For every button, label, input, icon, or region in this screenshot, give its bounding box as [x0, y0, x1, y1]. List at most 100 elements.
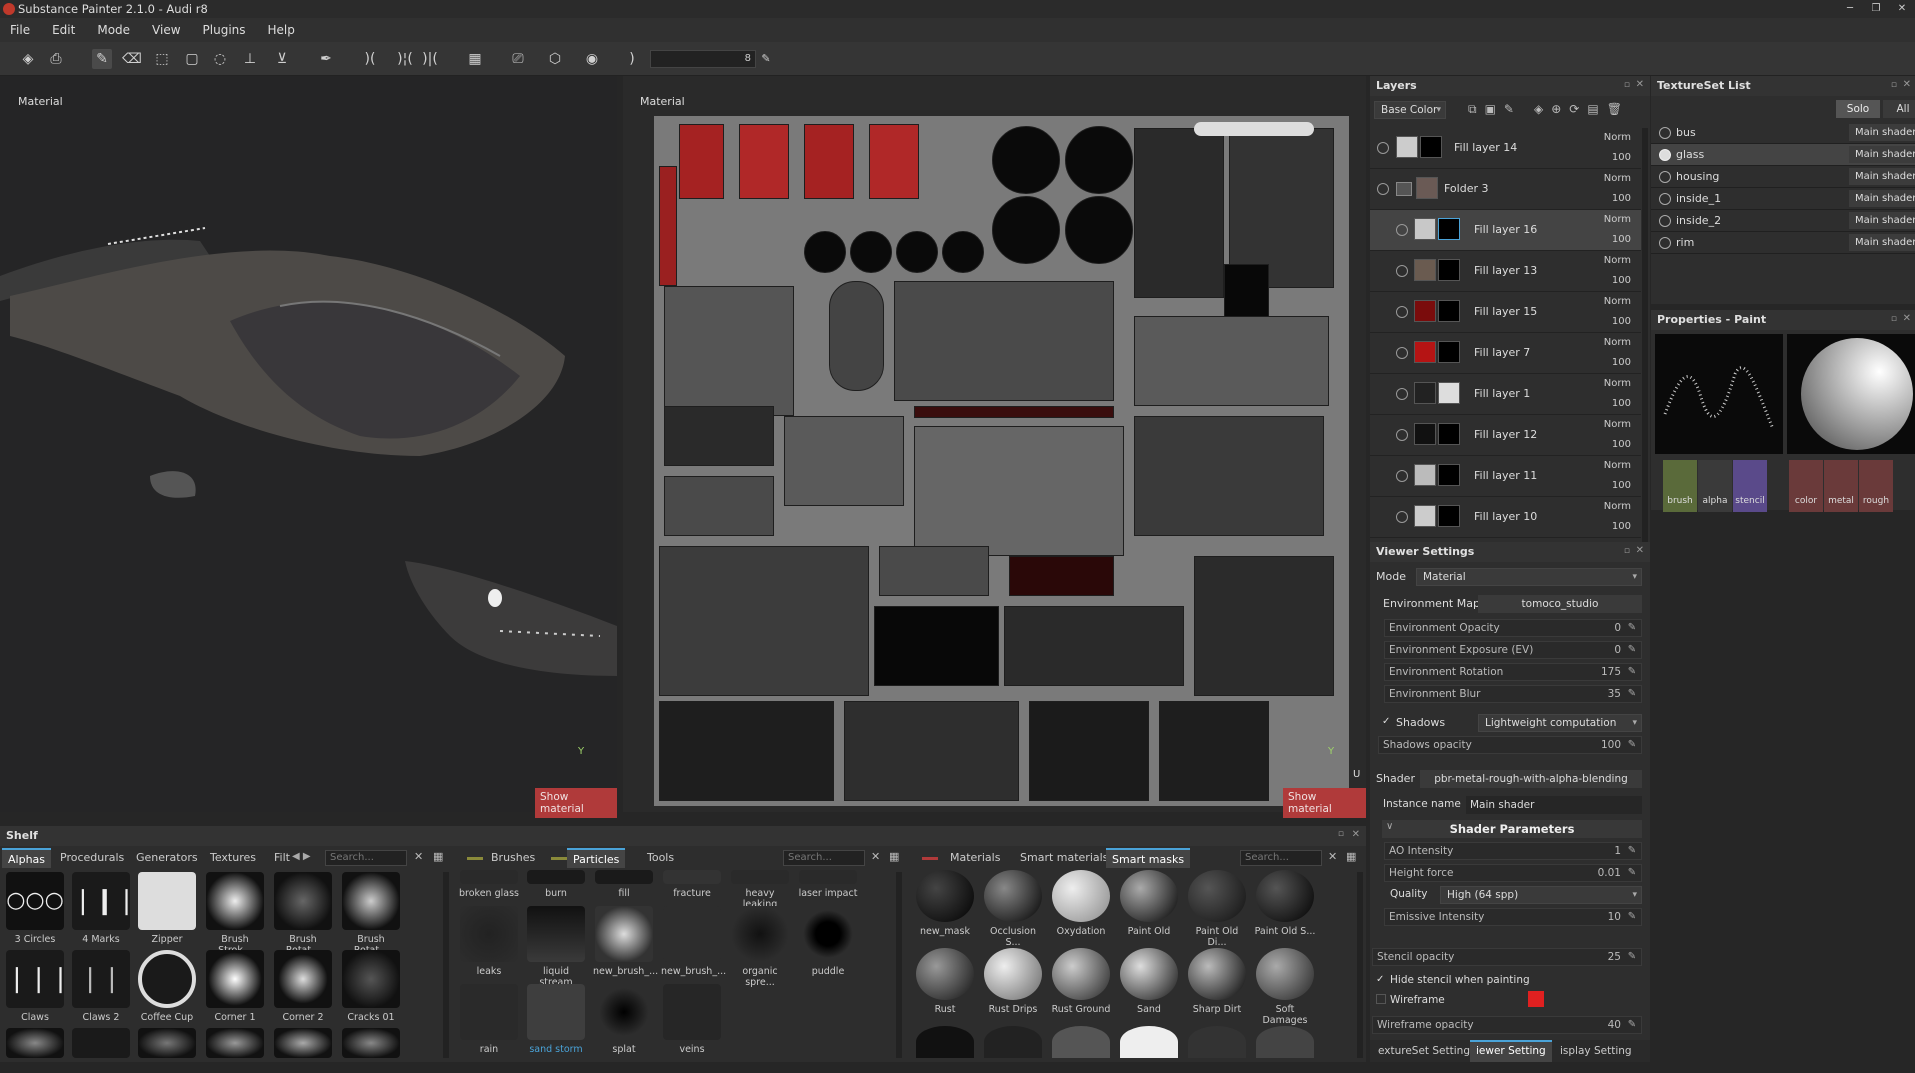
shelf-close-icon[interactable]: ✕	[1352, 829, 1360, 840]
radio-icon[interactable]	[1659, 193, 1671, 205]
tab-smart-materials[interactable]: Smart materials	[1014, 848, 1114, 868]
visibility-icon[interactable]	[1377, 183, 1389, 195]
wireframe-color-swatch[interactable]	[1528, 991, 1544, 1007]
asset-item[interactable]: new_brush_...	[661, 906, 726, 977]
radio-icon[interactable]	[1659, 215, 1671, 227]
wireframe-opacity-slider[interactable]: Wireframe opacity 40 ✎	[1372, 1016, 1642, 1034]
rough-slot[interactable]: rough	[1859, 460, 1893, 512]
asset-item[interactable]: broken glass	[458, 870, 520, 899]
particles-search-input[interactable]: Search...	[783, 850, 865, 866]
clear-search-icon[interactable]: ✕	[414, 850, 423, 863]
tab-smart-masks[interactable]: Smart masks	[1106, 848, 1191, 868]
add-folder-icon[interactable]: ⟳	[1569, 102, 1579, 117]
asset-item[interactable]	[4, 1028, 66, 1062]
asset-item[interactable]: new_mask	[914, 870, 976, 937]
brush-size-field[interactable]: 8	[650, 50, 756, 68]
layer-opacity[interactable]: 100	[1612, 521, 1631, 532]
asset-item[interactable]	[1118, 1026, 1180, 1062]
tab-display-settings[interactable]: isplay Setting	[1552, 1040, 1642, 1062]
wireframe-checkbox[interactable]	[1376, 994, 1386, 1004]
asset-item[interactable]	[982, 1026, 1044, 1062]
substance-logo-icon[interactable]: ◈	[18, 49, 38, 69]
clone-stamp-icon[interactable]: ⊥	[240, 49, 260, 69]
shader-selector[interactable]: pbr-metal-rough-with-alpha-blending	[1420, 770, 1642, 788]
show-material-button-3d[interactable]: Show material	[535, 788, 617, 818]
alphas-scrollbar[interactable]	[443, 872, 449, 1058]
textureset-row[interactable]: inside_2 Main shader	[1651, 210, 1915, 232]
asset-item[interactable]: ❘❙❘ 4 Marks	[70, 872, 137, 945]
visibility-icon[interactable]	[1396, 224, 1408, 236]
tab-textures[interactable]: Textures	[204, 848, 262, 868]
layer-blend[interactable]: Norm	[1604, 501, 1631, 512]
grid-view-icon[interactable]: ▦	[433, 850, 443, 863]
env-blur-slider[interactable]: Environment Blur 35 ✎	[1384, 685, 1642, 703]
shader-select[interactable]: Main shader	[1849, 168, 1915, 185]
asset-item[interactable]	[136, 1028, 198, 1062]
textureset-row[interactable]: housing Main shader	[1651, 166, 1915, 188]
tab-tools[interactable]: Tools	[641, 848, 680, 868]
minimize-button[interactable]: ─	[1837, 0, 1863, 18]
tab-viewer-settings[interactable]: iewer Setting	[1470, 1040, 1552, 1062]
polygon-fill-icon[interactable]: ▢	[182, 49, 202, 69]
symmetry-mirror-icon[interactable]: )¦(	[395, 49, 415, 69]
layer-blend[interactable]: Norm	[1604, 255, 1631, 266]
layer-row[interactable]: Fill layer 11 Norm 100	[1370, 456, 1641, 497]
env-rotation-slider[interactable]: Environment Rotation 175 ✎	[1384, 663, 1642, 681]
asset-item-selected[interactable]: sand storm	[525, 984, 587, 1055]
asset-item[interactable]: Rust	[914, 948, 976, 1015]
asset-item[interactable]	[914, 1026, 976, 1062]
mode-dropdown[interactable]: Material	[1416, 568, 1642, 586]
textureset-row[interactable]: bus Main shader	[1651, 122, 1915, 144]
asset-item[interactable]	[1254, 1026, 1316, 1062]
layers-close-icon[interactable]: ✕	[1636, 79, 1644, 90]
brush-size-edit-icon[interactable]: ✎	[756, 49, 776, 69]
menu-file[interactable]: File	[10, 23, 30, 37]
shader-select[interactable]: Main shader	[1849, 234, 1915, 251]
visibility-icon[interactable]	[1396, 306, 1408, 318]
asset-item[interactable]: fill	[593, 870, 655, 899]
asset-item[interactable]: Paint Old	[1118, 870, 1180, 937]
asset-item[interactable]: Zipper	[136, 872, 198, 945]
asset-item[interactable]: Rust Drips	[982, 948, 1044, 1015]
layer-row[interactable]: Fill layer 14 Norm 100	[1370, 128, 1641, 169]
asset-item[interactable]: Occlusion S...	[982, 870, 1044, 948]
3d-view-icon[interactable]: ⬡	[545, 49, 565, 69]
visibility-icon[interactable]	[1396, 429, 1408, 441]
visibility-icon[interactable]	[1396, 388, 1408, 400]
color-picker-icon[interactable]: ✒	[316, 49, 336, 69]
add-fill-layer-icon[interactable]: ◈	[1534, 102, 1543, 117]
grid-view-icon[interactable]: ▦	[889, 850, 899, 863]
layer-blend[interactable]: Norm	[1604, 460, 1631, 471]
asset-item[interactable]: ❘❘❘ Claws	[4, 950, 71, 1023]
symmetry-icon[interactable]: )(	[360, 49, 380, 69]
metal-slot[interactable]: metal	[1824, 460, 1858, 512]
asset-item[interactable]: Rust Ground	[1050, 948, 1112, 1015]
symmetry-radial-icon[interactable]: )|(	[420, 49, 440, 69]
shelf-float-icon[interactable]: ▫	[1338, 829, 1344, 839]
show-material-button-2d[interactable]: Show material	[1283, 788, 1366, 818]
layer-opacity[interactable]: 100	[1612, 480, 1631, 491]
layer-blend[interactable]: Norm	[1604, 173, 1631, 184]
asset-item[interactable]: Brush Rotat...	[272, 872, 334, 956]
radio-icon[interactable]	[1659, 149, 1671, 161]
layer-row[interactable]: Fill layer 1 Norm 100	[1370, 374, 1641, 415]
textureset-close-icon[interactable]: ✕	[1903, 79, 1911, 90]
asset-item[interactable]: new_brush_...	[593, 906, 658, 977]
grid-view-icon[interactable]: ▦	[1346, 850, 1356, 863]
asset-item[interactable]: fracture	[661, 870, 723, 899]
asset-item[interactable]: liquid stream	[525, 906, 587, 988]
particles-scrollbar[interactable]	[896, 872, 902, 1058]
layers-scrollbar[interactable]	[1642, 128, 1648, 542]
viewer-close-icon[interactable]: ✕	[1636, 545, 1644, 556]
height-force-slider[interactable]: Height force 0.01 ✎	[1384, 864, 1642, 882]
shader-params-header[interactable]: ∨ Shader Parameters	[1382, 820, 1642, 838]
tab-particles[interactable]: Particles	[567, 848, 626, 868]
asset-item[interactable]: Soft Damages	[1254, 948, 1316, 1026]
layer-row[interactable]: Fill layer 12 Norm 100	[1370, 415, 1641, 456]
clear-search-icon[interactable]: ✕	[1328, 850, 1337, 863]
solo-button[interactable]: Solo	[1836, 100, 1880, 118]
all-button[interactable]: All	[1883, 100, 1915, 118]
textureset-float-icon[interactable]: ▫	[1891, 80, 1897, 90]
add-layer-icon[interactable]: ⊕	[1551, 102, 1561, 117]
layer-blend[interactable]: Norm	[1604, 296, 1631, 307]
